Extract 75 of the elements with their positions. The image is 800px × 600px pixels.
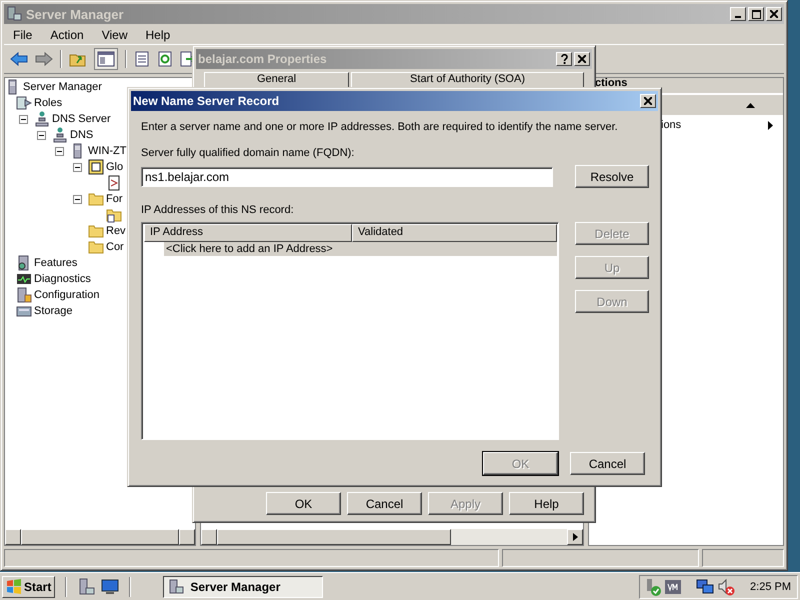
folder-icon — [88, 223, 104, 239]
tree-item[interactable]: DNS Server — [52, 113, 111, 125]
dialog-title: belajar.com Properties — [198, 52, 327, 66]
tree-item[interactable]: Diagnostics — [34, 273, 91, 285]
tree-item[interactable]: Configuration — [34, 289, 100, 301]
forward-arrow-icon[interactable] — [35, 51, 53, 67]
usb-check-icon[interactable] — [644, 578, 662, 596]
close-icon — [770, 10, 778, 18]
tree-item[interactable]: Cor — [106, 241, 124, 253]
windows-logo-icon — [6, 578, 22, 594]
scroll-left-button[interactable] — [5, 529, 21, 545]
network-icon[interactable] — [696, 578, 714, 594]
pane-icon[interactable] — [94, 48, 118, 70]
taskbar-button[interactable]: Server Manager — [163, 576, 324, 598]
tree-item[interactable]: Glo — [106, 161, 124, 173]
submenu-arrow-icon — [768, 120, 773, 130]
scrollbar-thumb[interactable] — [21, 529, 179, 545]
tree-item[interactable]: DNS — [70, 129, 94, 141]
scrollbar-thumb[interactable] — [217, 529, 451, 545]
clock[interactable]: 2:25 PM — [750, 580, 791, 592]
scroll-right-button[interactable] — [567, 529, 583, 545]
configuration-icon — [16, 287, 32, 303]
server-icon — [6, 6, 22, 22]
scroll-right-button[interactable] — [179, 529, 195, 545]
log-icon — [88, 159, 104, 175]
back-arrow-icon[interactable] — [10, 51, 28, 67]
roles-icon — [16, 95, 32, 111]
start-button[interactable]: Start — [2, 576, 56, 598]
question-mark-icon — [560, 54, 568, 64]
dialog-button[interactable]: Help — [509, 492, 584, 515]
list-icon[interactable] — [134, 51, 150, 67]
dialog-button[interactable]: Cancel — [347, 492, 422, 515]
scroll-left-button[interactable] — [201, 529, 217, 545]
folder-icon — [88, 191, 104, 207]
speaker-muted-icon[interactable] — [717, 578, 736, 596]
close-icon — [578, 55, 586, 63]
tree-item[interactable]: Storage — [34, 305, 73, 317]
network-icon — [34, 111, 50, 127]
network-icon — [52, 127, 68, 143]
menu-item[interactable]: Action — [41, 26, 93, 42]
server-icon[interactable] — [77, 578, 96, 596]
zone-icon — [106, 207, 122, 223]
dialog-button[interactable]: OK — [266, 492, 341, 515]
close-button[interactable] — [640, 94, 656, 108]
maximize-icon — [752, 10, 760, 18]
menu-item[interactable]: View — [92, 26, 136, 42]
tree-item[interactable]: WIN-ZT — [88, 145, 126, 157]
refresh-icon[interactable] — [157, 51, 173, 67]
server-icon — [168, 578, 184, 594]
right-arrow-icon — [572, 533, 578, 541]
menu-item[interactable]: File — [4, 26, 42, 42]
folder-icon — [88, 239, 104, 255]
tree-item[interactable]: Server Manager — [23, 81, 102, 93]
fqdn-input-field[interactable]: ns1.belajar.com — [141, 166, 553, 186]
close-icon — [644, 97, 652, 105]
tree-item[interactable]: Rev — [106, 225, 126, 237]
window-title: Server Manager — [26, 6, 124, 22]
instruction-text: Enter a server name and one or more IP addresses. Both are required to identify the name server. — [141, 121, 619, 133]
resolve-button[interactable]: Resolve — [575, 165, 649, 188]
tree-item[interactable]: Features — [34, 257, 78, 269]
add-ip-row[interactable]: <Click here to add an IP Address> — [164, 242, 557, 256]
fqdn-label: Server fully qualified domain name (FQDN): — [141, 147, 356, 159]
menu-item[interactable]: Help — [136, 26, 180, 42]
column-header[interactable]: Validated — [352, 224, 557, 242]
column-header[interactable]: IP Address — [144, 224, 352, 242]
collapse-arrow-icon — [746, 102, 755, 108]
tree-item[interactable]: Roles — [34, 97, 62, 109]
dialog-button[interactable]: Cancel — [570, 452, 645, 475]
document-icon — [106, 175, 122, 191]
vm-icon[interactable] — [665, 580, 682, 594]
ip-list-label: IP Addresses of this NS record: — [141, 204, 295, 216]
tree-item[interactable]: For — [106, 193, 122, 205]
monitor-icon — [16, 271, 32, 287]
monitor-icon[interactable] — [101, 578, 120, 596]
dialog-title: New Name Server Record — [133, 94, 280, 108]
